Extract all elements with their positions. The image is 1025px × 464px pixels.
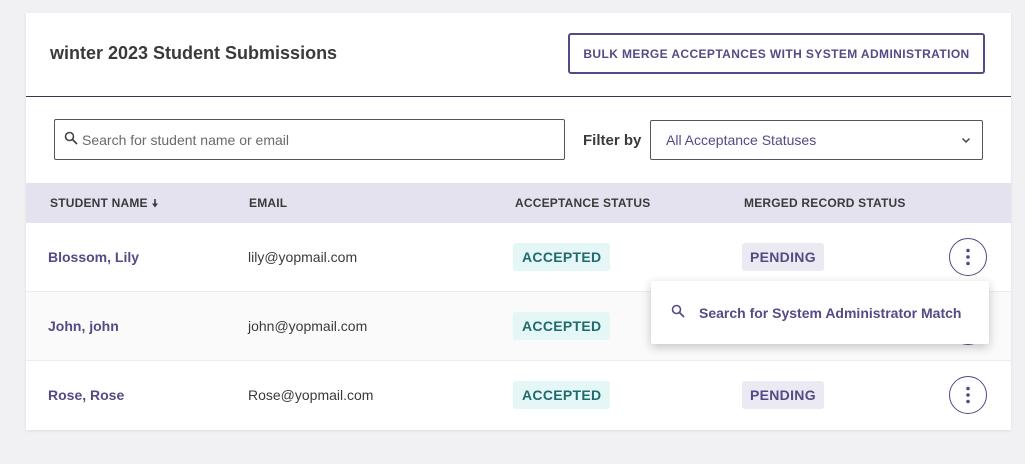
more-vertical-icon (966, 386, 970, 404)
card-header: winter 2023 Student Submissions BULK MER… (26, 13, 1011, 97)
menu-item-label: Search for System Administrator Match (699, 305, 962, 321)
student-name-link[interactable]: John, john (48, 318, 119, 334)
student-email: lily@yopmail.com (248, 249, 358, 265)
filter-label: Filter by (583, 132, 642, 149)
column-header-acceptance-status: ACCEPTANCE STATUS (515, 196, 651, 210)
row-actions-menu: Search for System Administrator Match (651, 281, 989, 344)
chevron-down-icon (960, 133, 972, 151)
acceptance-status-badge: ACCEPTED (513, 243, 611, 271)
row-actions-button[interactable] (949, 376, 987, 414)
acceptance-status-filter[interactable]: All Acceptance Statuses (650, 120, 983, 160)
table-row: Rose, Rose Rose@yopmail.com ACCEPTED PEN… (26, 361, 1011, 430)
student-email: john@yopmail.com (248, 318, 368, 334)
search-field[interactable] (54, 119, 565, 160)
student-name-link[interactable]: Blossom, Lily (48, 249, 139, 265)
sort-arrow-down-icon (151, 196, 159, 210)
search-icon (671, 304, 685, 323)
search-icon (64, 131, 78, 150)
acceptance-status-badge: ACCEPTED (513, 312, 611, 340)
page-title: winter 2023 Student Submissions (50, 43, 338, 63)
student-name-link[interactable]: Rose, Rose (48, 387, 124, 403)
column-header-label: STUDENT NAME (50, 196, 148, 210)
search-input[interactable] (82, 120, 552, 159)
submissions-card: winter 2023 Student Submissions BULK MER… (26, 13, 1011, 430)
column-header-merged-record-status: MERGED RECORD STATUS (744, 196, 906, 210)
filter-selected-value: All Acceptance Statuses (666, 132, 817, 148)
acceptance-status-badge: ACCEPTED (513, 381, 611, 409)
table-header: STUDENT NAME EMAIL ACCEPTANCE STATUS MER… (26, 183, 1011, 223)
merged-status-badge: PENDING (742, 243, 824, 271)
bulk-merge-button[interactable]: BULK MERGE ACCEPTANCES WITH SYSTEM ADMIN… (568, 33, 985, 74)
row-actions-button[interactable] (949, 238, 987, 276)
merged-status-badge: PENDING (742, 381, 824, 409)
more-vertical-icon (966, 248, 970, 266)
column-header-student-name[interactable]: STUDENT NAME (50, 196, 159, 210)
column-header-email: EMAIL (249, 196, 288, 210)
student-email: Rose@yopmail.com (248, 387, 374, 403)
